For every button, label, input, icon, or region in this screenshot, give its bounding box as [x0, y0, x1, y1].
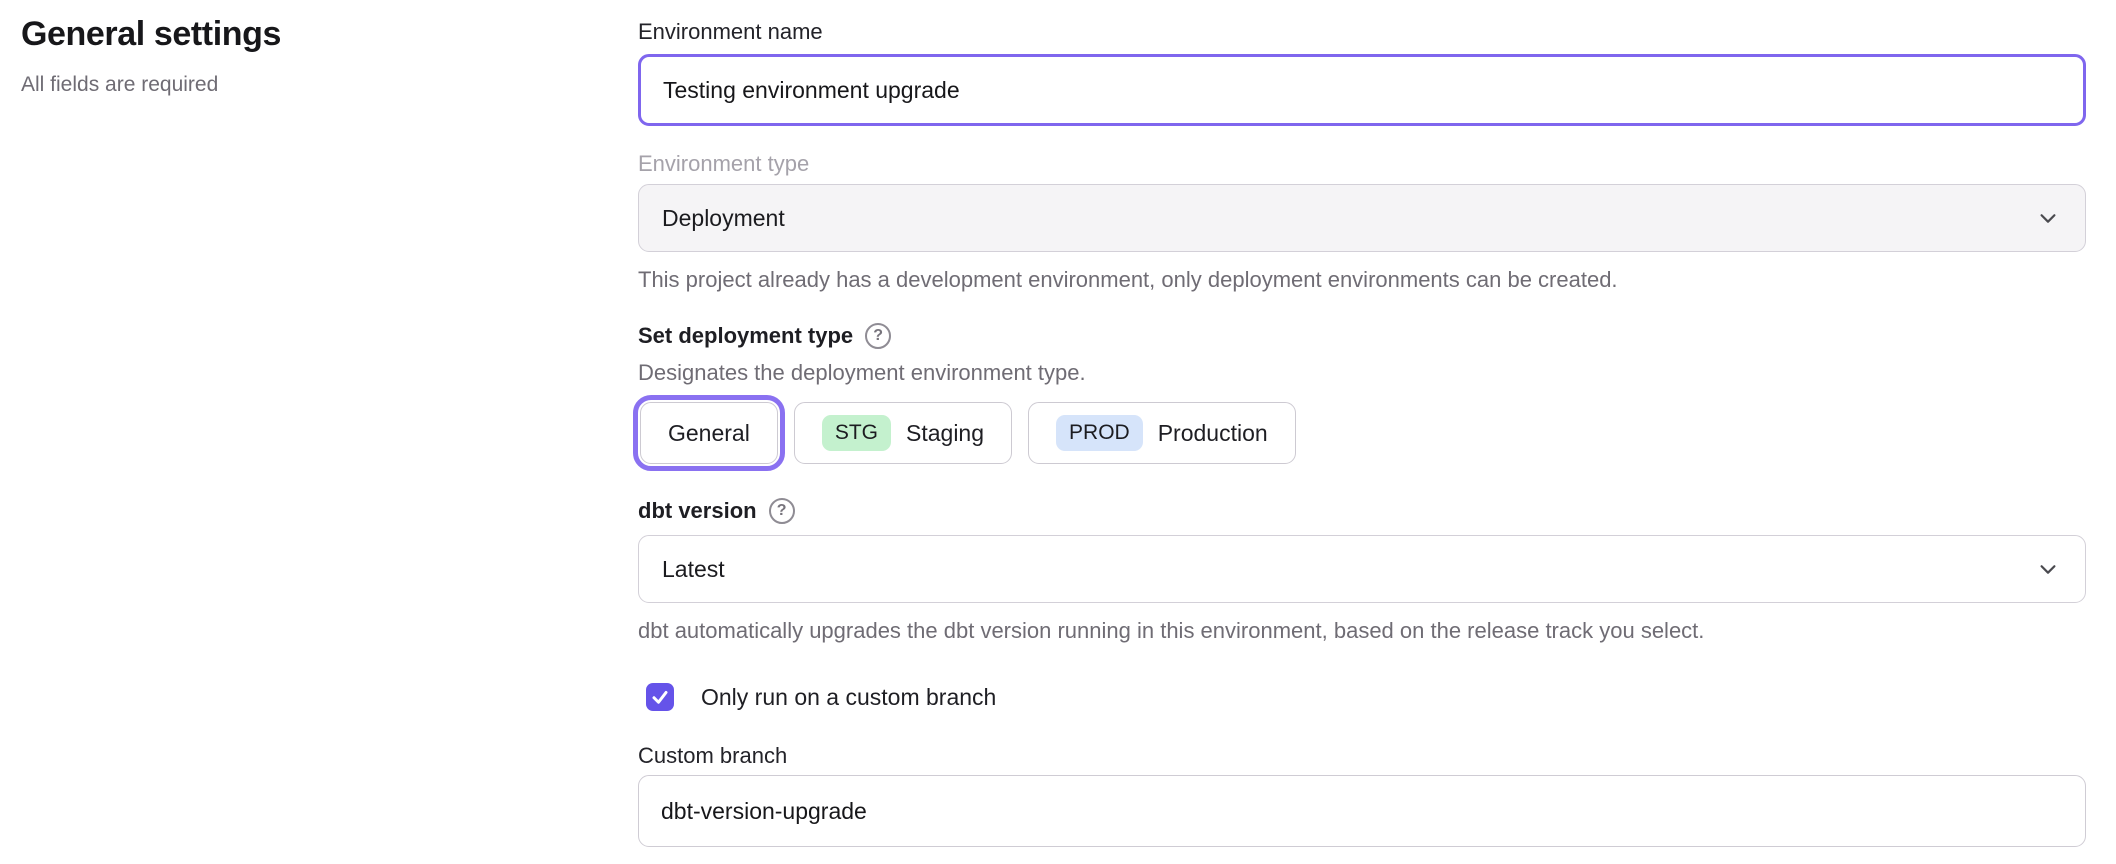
environment-settings-form: Environment name Environment type Deploy… [638, 0, 2086, 847]
deployment-type-option-label: Staging [906, 420, 984, 447]
environment-type-label: Environment type [638, 150, 2086, 178]
dbt-version-helper: dbt automatically upgrades the dbt versi… [638, 617, 2086, 645]
environment-name-input[interactable] [638, 54, 2086, 126]
custom-branch-input[interactable] [638, 775, 2086, 847]
custom-branch-checkbox-label[interactable]: Only run on a custom branch [701, 684, 996, 711]
deployment-type-option-production[interactable]: PROD Production [1028, 402, 1296, 464]
dbt-version-label: dbt version [638, 497, 757, 525]
deployment-type-option-staging[interactable]: STG Staging [794, 402, 1012, 464]
environment-type-value: Deployment [662, 205, 785, 232]
chevron-down-icon [2037, 207, 2059, 229]
production-badge: PROD [1056, 415, 1143, 451]
help-icon[interactable]: ? [865, 323, 891, 349]
deployment-type-helper: Designates the deployment environment ty… [638, 359, 2086, 387]
deployment-type-options: General STG Staging PROD Production [640, 402, 2086, 464]
page-title: General settings [21, 12, 581, 56]
deployment-type-option-label: Production [1158, 420, 1268, 447]
dbt-version-select[interactable]: Latest [638, 535, 2086, 603]
dbt-version-value: Latest [662, 556, 725, 583]
custom-branch-label: Custom branch [638, 742, 2086, 770]
environment-name-label: Environment name [638, 18, 2086, 46]
staging-badge: STG [822, 415, 891, 451]
chevron-down-icon [2037, 558, 2059, 580]
help-icon[interactable]: ? [769, 498, 795, 524]
environment-type-select[interactable]: Deployment [638, 184, 2086, 252]
page-subtitle: All fields are required [21, 72, 581, 98]
checkmark-icon [651, 688, 669, 706]
environment-type-helper: This project already has a development e… [638, 266, 2086, 294]
page-header: General settings All fields are required [21, 12, 581, 98]
deployment-type-option-general[interactable]: General [640, 402, 778, 464]
deployment-type-option-label: General [668, 420, 750, 447]
deployment-type-label: Set deployment type [638, 322, 853, 350]
custom-branch-checkbox[interactable] [646, 683, 674, 711]
